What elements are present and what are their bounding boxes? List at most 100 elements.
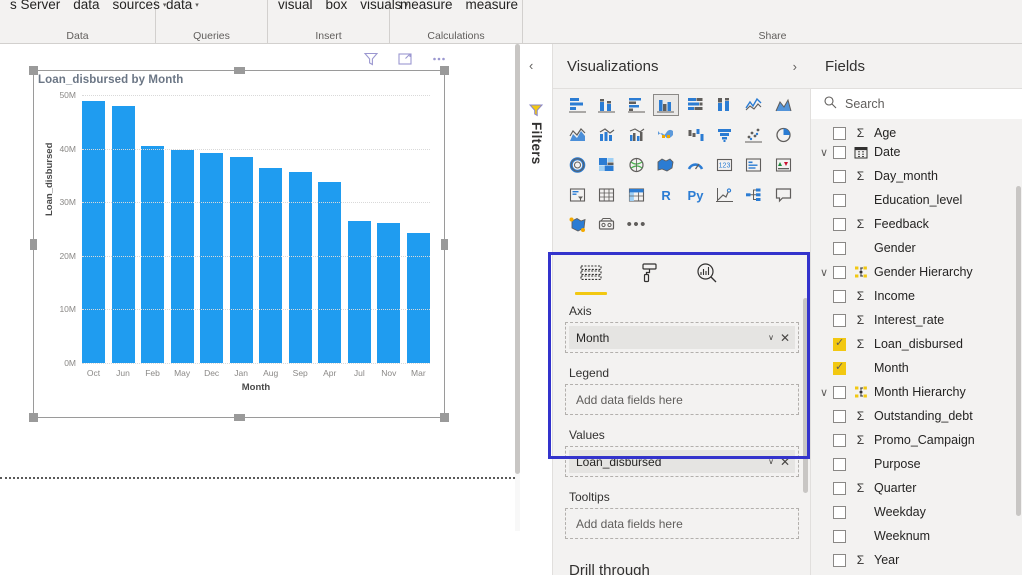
resize-handle-top-right[interactable] <box>440 66 449 75</box>
x-axis-tick-label[interactable]: Apr <box>318 368 341 378</box>
resize-handle-middle-right[interactable] <box>441 239 448 250</box>
treemap-icon[interactable] <box>594 154 620 176</box>
well-dropzone[interactable]: Loan_disbursed∨✕ <box>565 446 799 477</box>
chevron-right-icon[interactable]: › <box>793 59 797 74</box>
focus-mode-icon[interactable] <box>396 50 414 68</box>
x-axis-tick-label[interactable]: Mar <box>407 368 430 378</box>
ribbon-button-visual[interactable]: visual <box>278 0 313 11</box>
python-visual-icon[interactable]: Py <box>683 184 709 206</box>
chevron-down-icon[interactable]: ∨ <box>815 386 833 399</box>
bar-column[interactable] <box>318 95 341 363</box>
waterfall-chart-icon[interactable] <box>683 124 709 146</box>
field-checkbox[interactable] <box>833 530 846 543</box>
field-row[interactable]: ∨ΣLoan_disbursed <box>811 332 1022 356</box>
paginated-report-icon[interactable] <box>594 214 620 236</box>
field-row[interactable]: ∨ΣPromo_Campaign <box>811 428 1022 452</box>
map-icon[interactable] <box>624 154 650 176</box>
field-row[interactable]: ∨ΣIncome <box>811 284 1022 308</box>
field-row[interactable]: ∨Gender Hierarchy <box>811 260 1022 284</box>
field-row[interactable]: ∨ΣFeedback <box>811 212 1022 236</box>
chevron-down-icon[interactable]: ∨ <box>762 457 780 466</box>
bar-column[interactable] <box>82 95 105 363</box>
bar-column[interactable] <box>200 95 223 363</box>
field-checkbox[interactable] <box>833 266 846 279</box>
funnel-chart-icon[interactable] <box>712 124 738 146</box>
stacked-bar-chart-icon[interactable] <box>565 94 591 116</box>
field-row[interactable]: ∨ΣOutstanding_debt <box>811 404 1022 428</box>
field-row[interactable]: ∨Purpose <box>811 452 1022 476</box>
x-axis-tick-label[interactable]: Jan <box>230 368 253 378</box>
ribbon-button-data[interactable]: data <box>73 0 99 11</box>
field-checkbox[interactable] <box>833 242 846 255</box>
field-row[interactable]: ∨ΣInterest_rate <box>811 308 1022 332</box>
matrix-icon[interactable] <box>624 184 650 206</box>
x-axis-tick-label[interactable]: May <box>171 368 194 378</box>
filter-icon[interactable] <box>528 102 544 123</box>
x-axis-tick-label[interactable]: Jun <box>112 368 135 378</box>
bar-column[interactable] <box>377 95 400 363</box>
pie-chart-icon[interactable] <box>771 124 797 146</box>
field-checkbox[interactable] <box>833 194 846 207</box>
bar[interactable] <box>200 153 223 363</box>
fields-vertical-scrollbar[interactable] <box>1016 126 1021 575</box>
field-checkbox[interactable] <box>833 338 846 351</box>
field-checkbox[interactable] <box>833 458 846 471</box>
field-row[interactable]: ∨ΣAge <box>811 126 1022 140</box>
wells-vertical-scrollbar[interactable] <box>803 298 808 556</box>
filter-icon[interactable] <box>362 50 380 68</box>
chevron-down-icon[interactable]: ∨ <box>815 266 833 279</box>
field-row[interactable]: ∨Weeknum <box>811 524 1022 548</box>
hundred-percent-stacked-bar-chart-icon[interactable] <box>683 94 709 116</box>
bar[interactable] <box>289 172 312 363</box>
bar[interactable] <box>407 233 430 363</box>
field-row[interactable]: ∨Weekday <box>811 500 1022 524</box>
bar-column[interactable] <box>141 95 164 363</box>
resize-handle-top-left[interactable] <box>29 66 38 75</box>
stacked-area-chart-icon[interactable] <box>565 124 591 146</box>
well-dropzone[interactable]: Add data fields here <box>565 508 799 539</box>
chevron-down-icon[interactable]: ∨ <box>815 146 833 159</box>
table-icon[interactable] <box>594 184 620 206</box>
donut-chart-icon[interactable] <box>565 154 591 176</box>
field-checkbox[interactable] <box>833 410 846 423</box>
remove-field-icon[interactable]: ✕ <box>780 456 790 468</box>
ribbon-chart-icon[interactable] <box>653 124 679 146</box>
clustered-column-chart-icon[interactable] <box>653 94 679 116</box>
line-and-clustered-column-chart-icon[interactable] <box>624 124 650 146</box>
field-checkbox[interactable] <box>833 482 846 495</box>
remove-field-icon[interactable]: ✕ <box>780 332 790 344</box>
line-and-stacked-column-chart-icon[interactable] <box>594 124 620 146</box>
x-axis-tick-label[interactable]: Oct <box>82 368 105 378</box>
chevron-left-icon[interactable]: ‹ <box>529 58 533 73</box>
filled-map-icon[interactable] <box>653 154 679 176</box>
well-dropzone[interactable]: Add data fields here <box>565 384 799 415</box>
bar-column[interactable] <box>348 95 371 363</box>
scatter-chart-icon[interactable] <box>741 124 767 146</box>
field-pill[interactable]: Loan_disbursed∨✕ <box>569 450 795 473</box>
ribbon-button-data[interactable]: data▾ <box>166 0 199 11</box>
bar[interactable] <box>112 106 135 363</box>
field-checkbox[interactable] <box>833 506 846 519</box>
field-checkbox[interactable] <box>833 290 846 303</box>
field-checkbox[interactable] <box>833 554 846 567</box>
x-axis-tick-label[interactable]: Feb <box>141 368 164 378</box>
ribbon-button-measure[interactable]: measure <box>400 0 453 11</box>
decomposition-tree-icon[interactable] <box>741 184 767 206</box>
bar-column[interactable] <box>171 95 194 363</box>
wells-scroll-thumb[interactable] <box>803 298 808 493</box>
arcgis-map-icon[interactable] <box>565 214 591 236</box>
field-checkbox[interactable] <box>833 146 846 159</box>
key-influencers-icon[interactable] <box>712 184 738 206</box>
resize-handle-top-center[interactable] <box>234 67 245 74</box>
bar-column[interactable] <box>289 95 312 363</box>
report-canvas[interactable]: Loan_disbursed by Month Loan_disbursed 0… <box>0 44 520 531</box>
hundred-percent-stacked-column-chart-icon[interactable] <box>712 94 738 116</box>
bar[interactable] <box>259 168 282 363</box>
resize-handle-bottom-left[interactable] <box>29 413 38 422</box>
field-checkbox[interactable] <box>833 170 846 183</box>
field-pill[interactable]: Month∨✕ <box>569 326 795 349</box>
resize-handle-bottom-center[interactable] <box>234 414 245 421</box>
bar-column[interactable] <box>259 95 282 363</box>
bar-chart-visual[interactable]: Loan_disbursed by Month Loan_disbursed 0… <box>33 70 445 418</box>
x-axis-tick-label[interactable]: Sep <box>289 368 312 378</box>
